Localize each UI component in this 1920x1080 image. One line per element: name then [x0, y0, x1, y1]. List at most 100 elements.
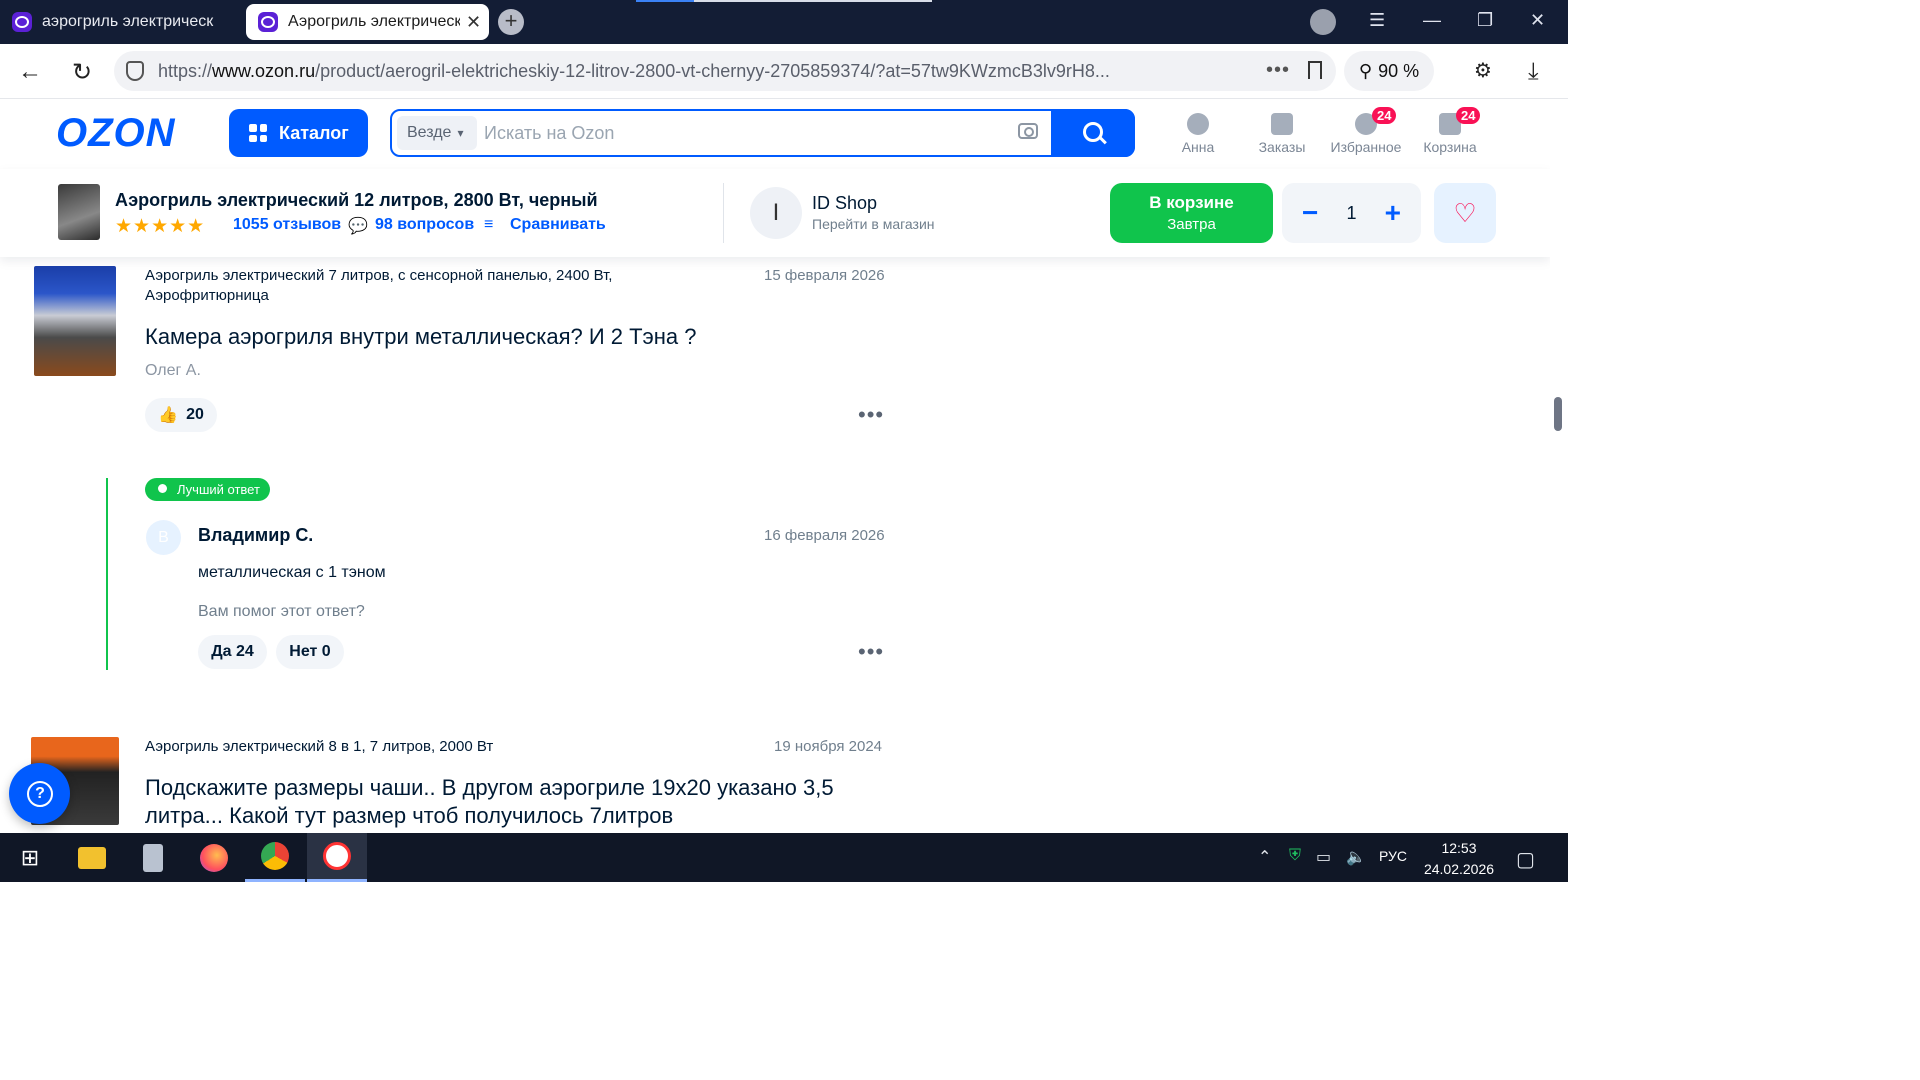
- catalog-button[interactable]: Каталог: [229, 109, 368, 157]
- header-favorites[interactable]: 24 Избранное: [1326, 107, 1406, 155]
- helpful-question: Вам помог этот ответ?: [198, 603, 365, 620]
- thumbs-up-icon: 👍: [158, 407, 179, 424]
- question-mark-icon: ?: [27, 781, 53, 807]
- question-product-thumbnail[interactable]: [34, 266, 116, 376]
- clock-time: 12:53: [1441, 840, 1477, 856]
- questions-link[interactable]: 98 вопросов: [375, 216, 474, 234]
- box-icon: [1271, 113, 1293, 135]
- tab-title: аэрогриль электрический: [42, 13, 214, 30]
- avatar: В: [146, 520, 181, 555]
- in-cart-label: В корзине: [1149, 193, 1234, 212]
- rating-stars-icon: ★★★★★: [115, 216, 206, 237]
- cart-label: Корзина: [1423, 139, 1477, 155]
- shop-link[interactable]: Перейти в магазин: [812, 216, 935, 232]
- loading-bar-track: [694, 0, 932, 2]
- zoom-level: 90 %: [1378, 60, 1420, 81]
- camera-icon[interactable]: [1018, 123, 1038, 139]
- download-icon[interactable]: ⤓: [1528, 58, 1539, 86]
- shield-icon: [126, 61, 144, 81]
- scrollbar-thumb[interactable]: [1554, 397, 1562, 431]
- restore-icon[interactable]: ❐: [1477, 10, 1493, 31]
- bookmark-icon[interactable]: [1308, 61, 1322, 79]
- browser-tab-2-active[interactable]: Аэрогриль электрический ✕: [246, 4, 489, 40]
- compare-icon: ≡: [484, 216, 494, 233]
- site-header: OZON Каталог Везде Анна Заказы 24 Избран…: [0, 99, 1550, 169]
- search-input[interactable]: [484, 119, 984, 147]
- compare-link[interactable]: Сравнивать: [510, 216, 606, 234]
- taskbar-yandex-browser[interactable]: [307, 833, 367, 882]
- reviews-link[interactable]: 1055 отзывов: [233, 216, 341, 234]
- minus-icon[interactable]: −: [1302, 197, 1318, 229]
- header-orders[interactable]: Заказы: [1242, 113, 1322, 155]
- minimize-icon[interactable]: —: [1423, 10, 1441, 31]
- question-more-icon[interactable]: •••: [858, 402, 884, 428]
- question-author: Олег А.: [145, 362, 201, 379]
- tab-close-icon[interactable]: ✕: [466, 12, 481, 33]
- more-icon[interactable]: •••: [1266, 59, 1290, 82]
- header-profile[interactable]: Анна: [1158, 113, 1238, 155]
- start-button[interactable]: ⊞: [0, 833, 60, 882]
- search-scope-select[interactable]: Везде: [397, 116, 477, 150]
- search-button[interactable]: [1051, 109, 1135, 157]
- tray-chevron-icon[interactable]: ⌃: [1258, 847, 1271, 867]
- answer-date: 16 февраля 2026: [764, 527, 885, 544]
- plus-icon[interactable]: +: [1385, 197, 1401, 229]
- help-button[interactable]: ?: [9, 763, 70, 824]
- header-cart[interactable]: 24 Корзина: [1410, 107, 1490, 155]
- security-icon[interactable]: ⛨: [1289, 847, 1301, 865]
- browser-tab-1[interactable]: аэрогриль электрический: [12, 4, 237, 40]
- new-tab-icon[interactable]: +: [498, 9, 524, 35]
- ozon-favicon-icon: [258, 12, 278, 32]
- answer-more-icon[interactable]: •••: [858, 639, 884, 665]
- favorite-heart-icon[interactable]: ♡: [1434, 183, 1496, 243]
- like-button[interactable]: 👍 20: [145, 398, 217, 432]
- browser-profile-icon[interactable]: [1310, 9, 1336, 35]
- url-prefix: https://: [158, 60, 213, 81]
- loading-bar: [636, 0, 694, 2]
- extensions-icon[interactable]: ⚙: [1474, 58, 1492, 83]
- ozon-logo[interactable]: OZON: [56, 111, 176, 156]
- browser-menu-icon[interactable]: ☰: [1369, 10, 1385, 31]
- taskbar-firefox[interactable]: [184, 833, 244, 882]
- taskbar-explorer[interactable]: [62, 833, 122, 882]
- cart-badge: 24: [1456, 107, 1481, 124]
- browser-address-bar: ← ↻ https://www.ozon.ru/product/aerogril…: [0, 44, 1568, 99]
- delivery-label: Завтра: [1167, 216, 1216, 233]
- helpful-no-button[interactable]: Нет 0: [276, 635, 344, 669]
- in-cart-button[interactable]: В корзине Завтра: [1110, 183, 1273, 243]
- like-count: 20: [186, 406, 204, 423]
- language-indicator[interactable]: РУС: [1379, 848, 1407, 864]
- clock-date: 24.02.2026: [1423, 861, 1495, 877]
- volume-icon[interactable]: 🔈: [1346, 847, 1366, 867]
- reload-icon[interactable]: ↻: [72, 58, 92, 87]
- back-icon[interactable]: ←: [18, 58, 42, 86]
- windows-icon: ⊞: [20, 844, 40, 870]
- taskbar-chrome[interactable]: [245, 833, 305, 882]
- network-icon[interactable]: ▭: [1316, 847, 1331, 867]
- folder-icon: [78, 846, 106, 869]
- question-date: 15 февраля 2026: [764, 267, 885, 284]
- shop-name[interactable]: ID Shop: [812, 193, 877, 214]
- helpful-yes-button[interactable]: Да 24: [198, 635, 267, 669]
- taskbar-calculator[interactable]: [123, 833, 183, 882]
- catalog-label: Каталог: [279, 122, 349, 143]
- product-thumbnail[interactable]: [58, 184, 100, 240]
- answer-text: металлическая с 1 тэном: [198, 564, 386, 581]
- search-bar: Везде: [390, 109, 1135, 157]
- question-date: 19 ноября 2024: [774, 738, 883, 755]
- close-window-icon[interactable]: ✕: [1530, 10, 1545, 31]
- shop-avatar[interactable]: I: [750, 187, 802, 239]
- orders-label: Заказы: [1258, 139, 1306, 155]
- question-text: Подскажите размеры чаши.. В другом аэрог…: [145, 775, 834, 828]
- favorites-label: Избранное: [1330, 139, 1402, 155]
- zoom-indicator[interactable]: ⚲ 90 %: [1344, 51, 1434, 91]
- question-product-name[interactable]: Аэрогриль электрический 8 в 1, 7 литров,…: [145, 737, 705, 757]
- system-clock[interactable]: 12:53 24.02.2026: [1418, 838, 1500, 880]
- product-title: Аэрогриль электрический 12 литров, 2800 …: [115, 190, 598, 210]
- firefox-icon: [200, 843, 228, 872]
- question-product-name[interactable]: Аэрогриль электрический 7 литров, с сенс…: [145, 266, 705, 306]
- page-scrollbar[interactable]: [1550, 99, 1568, 833]
- answer-thread-line: [106, 478, 108, 670]
- notifications-icon[interactable]: ▢: [1516, 847, 1535, 872]
- url-field[interactable]: https://www.ozon.ru/product/aerogril-ele…: [114, 51, 1336, 91]
